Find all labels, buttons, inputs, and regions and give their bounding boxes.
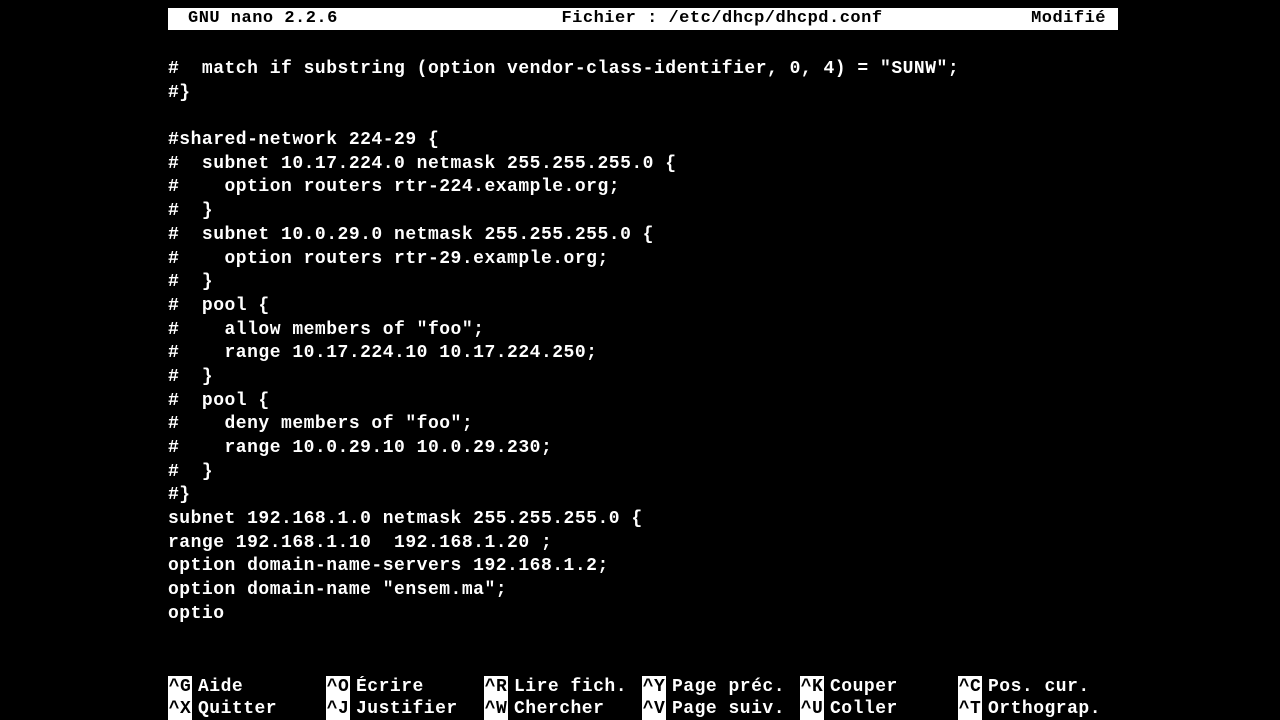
- editor-line[interactable]: # subnet 10.0.29.0 netmask 255.255.255.0…: [168, 224, 1118, 248]
- editor-line[interactable]: optio: [168, 603, 1118, 627]
- shortcut-pos-cur-[interactable]: ^C Pos. cur.: [958, 676, 1116, 698]
- shortcut-aide[interactable]: ^G Aide: [168, 676, 326, 698]
- shortcut-page-suiv-[interactable]: ^V Page suiv.: [642, 698, 800, 720]
- shortcut-label: Page suiv.: [672, 698, 785, 720]
- editor-line[interactable]: #}: [168, 82, 1118, 106]
- shortcut-key: ^O: [326, 676, 350, 698]
- shortcut-label: Justifier: [356, 698, 458, 720]
- shortcut--crire[interactable]: ^O Écrire: [326, 676, 484, 698]
- editor-line[interactable]: # }: [168, 366, 1118, 390]
- shortcut-key: ^R: [484, 676, 508, 698]
- shortcut-label: Chercher: [514, 698, 604, 720]
- shortcut-page-pr-c-[interactable]: ^Y Page préc.: [642, 676, 800, 698]
- editor-line[interactable]: option domain-name "ensem.ma";: [168, 579, 1118, 603]
- shortcut-coller[interactable]: ^U Coller: [800, 698, 958, 720]
- shortcut-justifier[interactable]: ^J Justifier: [326, 698, 484, 720]
- nano-terminal: GNU nano 2.2.6 Fichier : /etc/dhcp/dhcpd…: [168, 8, 1118, 720]
- shortcut-key: ^X: [168, 698, 192, 720]
- app-name: GNU nano 2.2.6: [168, 8, 448, 30]
- shortcut-label: Quitter: [198, 698, 277, 720]
- editor-line[interactable]: # option routers rtr-224.example.org;: [168, 176, 1118, 200]
- shortcut-orthograp-[interactable]: ^T Orthograp.: [958, 698, 1116, 720]
- editor-line[interactable]: # pool {: [168, 295, 1118, 319]
- shortcut-label: Orthograp.: [988, 698, 1101, 720]
- shortcut-key: ^J: [326, 698, 350, 720]
- file-status: Modifié: [996, 8, 1118, 30]
- editor-line[interactable]: # allow members of "foo";: [168, 319, 1118, 343]
- shortcut-couper[interactable]: ^K Couper: [800, 676, 958, 698]
- shortcut-key: ^G: [168, 676, 192, 698]
- editor-line[interactable]: [168, 105, 1118, 129]
- shortcut-label: Page préc.: [672, 676, 785, 698]
- shortcut-key: ^Y: [642, 676, 666, 698]
- shortcut-label: Pos. cur.: [988, 676, 1090, 698]
- file-path: Fichier : /etc/dhcp/dhcpd.conf: [448, 8, 996, 30]
- shortcut-key: ^V: [642, 698, 666, 720]
- shortcut-lire-fich-[interactable]: ^R Lire fich.: [484, 676, 642, 698]
- editor-line[interactable]: # deny members of "foo";: [168, 413, 1118, 437]
- shortcut-key: ^W: [484, 698, 508, 720]
- editor-line[interactable]: # }: [168, 461, 1118, 485]
- editor-line[interactable]: # range 10.17.224.10 10.17.224.250;: [168, 342, 1118, 366]
- editor-line[interactable]: range 192.168.1.10 192.168.1.20 ;: [168, 532, 1118, 556]
- shortcut-quitter[interactable]: ^X Quitter: [168, 698, 326, 720]
- editor-line[interactable]: # }: [168, 200, 1118, 224]
- editor-line[interactable]: option domain-name-servers 192.168.1.2;: [168, 555, 1118, 579]
- shortcut-label: Couper: [830, 676, 898, 698]
- editor-line[interactable]: # subnet 10.17.224.0 netmask 255.255.255…: [168, 153, 1118, 177]
- editor-line[interactable]: subnet 192.168.1.0 netmask 255.255.255.0…: [168, 508, 1118, 532]
- editor-line[interactable]: # match if substring (option vendor-clas…: [168, 58, 1118, 82]
- editor-line[interactable]: # range 10.0.29.10 10.0.29.230;: [168, 437, 1118, 461]
- shortcut-label: Coller: [830, 698, 898, 720]
- editor-line[interactable]: #shared-network 224-29 {: [168, 129, 1118, 153]
- editor-line[interactable]: # }: [168, 271, 1118, 295]
- shortcut-key: ^K: [800, 676, 824, 698]
- shortcut-key: ^C: [958, 676, 982, 698]
- shortcut-key: ^U: [800, 698, 824, 720]
- shortcut-bar: ^G Aide ^O Écrire ^R Lire fich. ^Y Page préc. ^K…: [168, 676, 1118, 720]
- shortcut-label: Aide: [198, 676, 243, 698]
- shortcut-label: Écrire: [356, 676, 424, 698]
- editor-line[interactable]: # option routers rtr-29.example.org;: [168, 248, 1118, 272]
- shortcut-label: Lire fich.: [514, 676, 627, 698]
- nano-titlebar: GNU nano 2.2.6 Fichier : /etc/dhcp/dhcpd…: [168, 8, 1118, 30]
- editor-line[interactable]: # pool {: [168, 390, 1118, 414]
- editor-area[interactable]: # match if substring (option vendor-clas…: [168, 30, 1118, 627]
- shortcut-chercher[interactable]: ^W Chercher: [484, 698, 642, 720]
- shortcut-key: ^T: [958, 698, 982, 720]
- editor-line[interactable]: #}: [168, 484, 1118, 508]
